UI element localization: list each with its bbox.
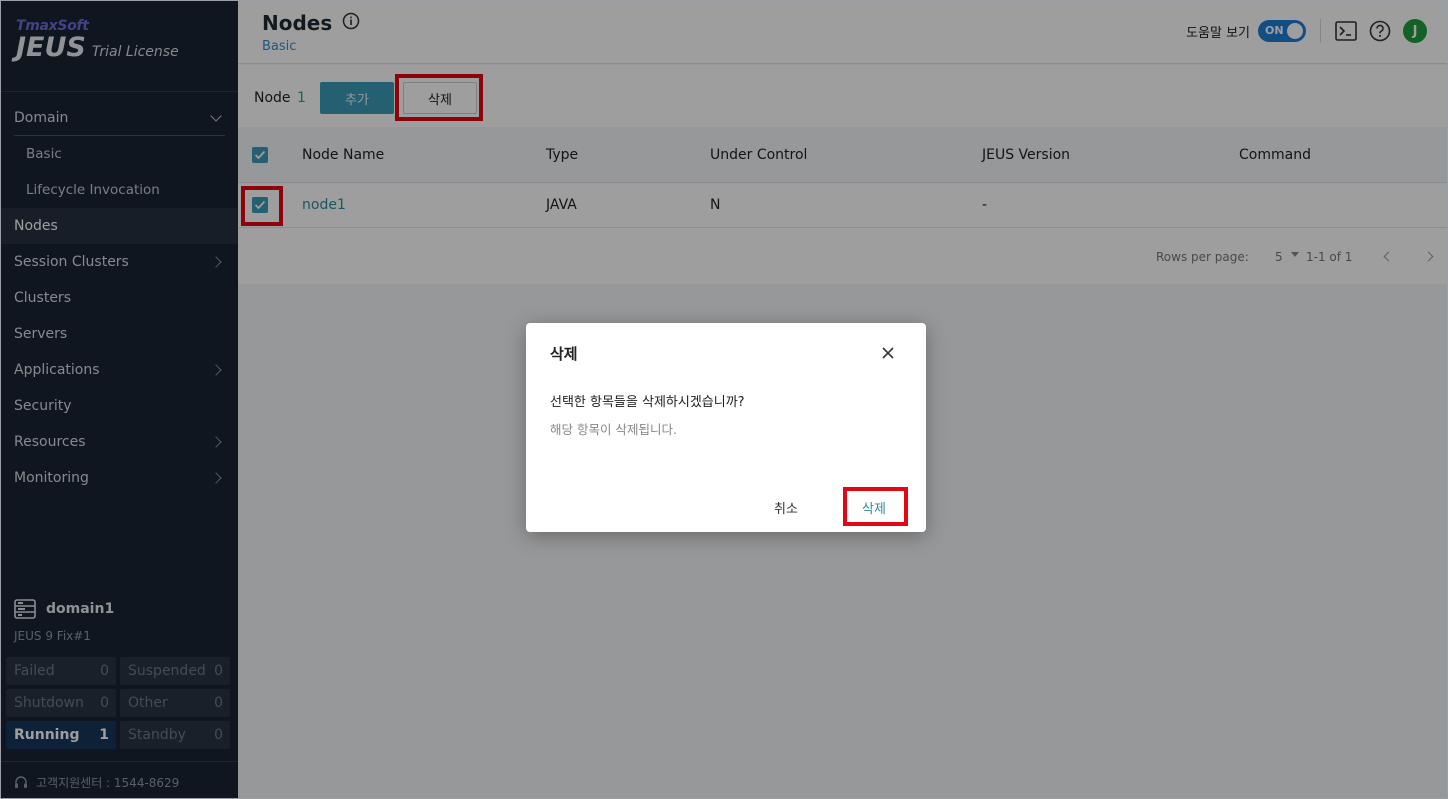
highlight-confirm-button	[843, 487, 908, 526]
app-window: TmaxSoft JEUS Trial License Domain Basic …	[0, 0, 1448, 799]
cancel-button[interactable]: 취소	[753, 493, 819, 521]
dialog-question: 선택한 항목들을 삭제하시겠습니까?	[550, 395, 745, 410]
dialog-title: 삭제	[550, 345, 578, 363]
delete-dialog: 삭제 선택한 항목들을 삭제하시겠습니까? 해당 항목이 삭제됩니다. 취소 삭…	[526, 323, 926, 532]
dialog-subtext: 해당 항목이 삭제됩니다.	[550, 422, 677, 437]
close-icon[interactable]	[882, 347, 894, 363]
